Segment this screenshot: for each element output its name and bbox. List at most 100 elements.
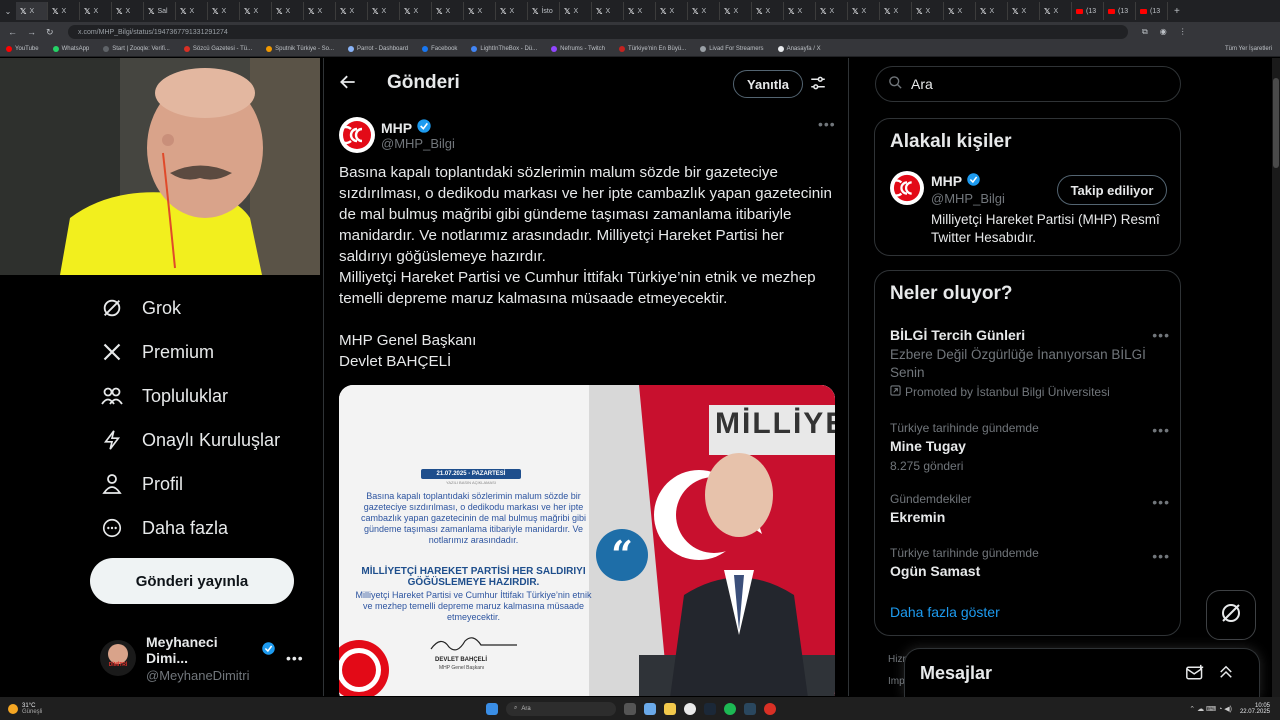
trend-item[interactable]: Gündemdekiler Ekremin — [890, 492, 1170, 525]
filter-icon[interactable] — [809, 74, 827, 97]
new-tab-icon[interactable]: + — [1168, 6, 1186, 17]
bookmark-item[interactable]: Nefrums - Twitch — [551, 46, 605, 52]
promoted-trend[interactable]: BİLGİ Tercih Günleri Ezbere Değil Özgürl… — [890, 327, 1170, 399]
browser-tab[interactable]: 𝕏X — [208, 2, 240, 20]
menu-icon[interactable]: ⋮ — [1179, 27, 1187, 37]
grok-floating-button[interactable] — [1206, 590, 1256, 640]
browser-tab[interactable]: 𝕏X — [560, 2, 592, 20]
tray-icons[interactable]: ⌃ ☁ ⌨ ◔ ◀) — [1189, 705, 1232, 713]
nav-grok[interactable]: Grok — [100, 296, 181, 320]
expand-up-icon[interactable] — [1217, 663, 1235, 686]
bookmark-item[interactable]: Start | Zooqle: Verifi... — [103, 46, 170, 52]
browser-tab[interactable]: 𝕏X — [432, 2, 464, 20]
browser-tab[interactable]: 𝕏X — [336, 2, 368, 20]
address-bar[interactable]: x.com/MHP_Bilgi/status/19473677913312912… — [68, 25, 1128, 39]
browser-tab[interactable]: (13 — [1136, 2, 1168, 20]
browser-tab[interactable]: 𝕏X — [496, 2, 528, 20]
browser-tab[interactable]: 𝕏X — [1008, 2, 1040, 20]
all-bookmarks-link[interactable]: Tüm Yer İşaretleri — [1225, 46, 1280, 52]
browser-tab[interactable]: 𝕏X — [944, 2, 976, 20]
trend-item[interactable]: Türkiye tarihinde gündemde Ogün Samast — [890, 546, 1170, 579]
bookmark-item[interactable]: Anasayfa / X — [777, 46, 821, 52]
browser-tab[interactable]: 𝕏X — [912, 2, 944, 20]
browser-tab[interactable]: 𝕏X — [688, 2, 720, 20]
browser-tab[interactable]: 𝕏X — [720, 2, 752, 20]
nav-communities[interactable]: Topluluklar — [100, 384, 228, 408]
file-explorer-icon[interactable] — [664, 702, 676, 715]
post-button[interactable]: Gönderi yayınla — [90, 558, 294, 604]
windows-start-icon[interactable] — [486, 702, 498, 715]
task-view-icon[interactable] — [624, 702, 636, 715]
browser-tab[interactable]: 𝕏X — [752, 2, 784, 20]
browser-tab[interactable]: 𝕏X — [272, 2, 304, 20]
author-avatar[interactable] — [339, 117, 375, 153]
related-name[interactable]: MHP — [931, 173, 962, 189]
back-arrow-icon[interactable] — [338, 72, 358, 97]
reply-button[interactable]: Yanıtla — [733, 70, 803, 98]
account-switcher[interactable]: DİMİTRİ Meyhaneci Dimi... @MeyhaneDimitr… — [100, 634, 310, 683]
back-icon[interactable]: ← — [8, 27, 17, 38]
search-input[interactable]: Ara — [875, 66, 1181, 102]
browser-tab[interactable]: 𝕏X — [16, 2, 48, 20]
related-avatar[interactable] — [890, 171, 924, 205]
browser-tab[interactable]: 𝕏X — [176, 2, 208, 20]
widgets-icon[interactable] — [644, 702, 656, 715]
tab-search-icon[interactable]: ⌄ — [0, 7, 16, 16]
bookmark-item[interactable]: Facebook — [422, 46, 457, 52]
browser-tab[interactable]: 𝕏X — [848, 2, 880, 20]
nav-verified-orgs[interactable]: Onaylı Kuruluşlar — [100, 428, 280, 452]
forward-icon[interactable]: → — [27, 27, 36, 38]
taskbar-search[interactable]: ⌕ Ara — [506, 701, 616, 716]
nav-premium[interactable]: Premium — [100, 340, 214, 364]
messages-drawer[interactable]: Mesajlar — [904, 648, 1260, 697]
browser-tab[interactable]: 𝕏X — [368, 2, 400, 20]
weather-widget[interactable]: 31°C Güneşli — [0, 703, 120, 715]
browser-tab[interactable]: 𝕏X — [400, 2, 432, 20]
browser-tab[interactable]: 𝕏X — [592, 2, 624, 20]
bookmark-item[interactable]: Parrot - Dashboard — [348, 46, 408, 52]
show-more-link[interactable]: Daha fazla göster — [890, 604, 1000, 620]
author-handle[interactable]: @MHP_Bilgi — [381, 136, 455, 151]
bookmark-item[interactable]: LightInTheBox - Dü... — [471, 46, 537, 52]
app-icon[interactable] — [744, 702, 756, 715]
browser-tab[interactable]: 𝕏X — [304, 2, 336, 20]
browser-tab[interactable]: 𝕏X — [464, 2, 496, 20]
browser-tab[interactable]: 𝕏 Sal — [144, 2, 176, 20]
trend-more-icon[interactable]: ••• — [1152, 327, 1170, 343]
account-more-icon[interactable]: ••• — [286, 650, 304, 666]
post-image[interactable]: MİLLİYET “ 21.07.2025 - PAZARTESİ YAZILI… — [339, 385, 835, 696]
browser-tab[interactable]: 𝕏X — [112, 2, 144, 20]
bookmark-item[interactable]: Livad For Streamers — [700, 46, 764, 52]
browser-tab[interactable]: 𝕏X — [48, 2, 80, 20]
bookmark-item[interactable]: Sözcü Gazetesi - Tü... — [183, 46, 252, 52]
bookmark-item[interactable]: Türkiye'nin En Büyü... — [619, 46, 686, 52]
chrome-icon[interactable] — [684, 702, 696, 715]
bookmark-item[interactable]: YouTube — [6, 46, 39, 52]
browser-tab[interactable]: 𝕏 İsto — [528, 2, 560, 20]
profile-icon[interactable]: ◉ — [1160, 27, 1167, 37]
browser-tab[interactable]: 𝕏X — [784, 2, 816, 20]
trend-more-icon[interactable]: ••• — [1152, 494, 1170, 510]
steam-icon[interactable] — [704, 702, 716, 715]
extensions-icon[interactable]: ⧉ — [1142, 27, 1148, 37]
bookmark-item[interactable]: WhatsApp — [52, 46, 89, 52]
trend-more-icon[interactable]: ••• — [1152, 548, 1170, 564]
new-message-icon[interactable] — [1185, 664, 1205, 687]
browser-tab[interactable]: 𝕏X — [80, 2, 112, 20]
browser-tab[interactable]: (13 — [1072, 2, 1104, 20]
browser-tab[interactable]: 𝕏X — [240, 2, 272, 20]
scrollbar[interactable] — [1272, 58, 1280, 697]
related-handle[interactable]: @MHP_Bilgi — [931, 191, 1005, 206]
browser-tab[interactable]: (13 — [1104, 2, 1136, 20]
browser-tab[interactable]: 𝕏X — [816, 2, 848, 20]
spotify-icon[interactable] — [724, 702, 736, 715]
browser-tab[interactable]: 𝕏X — [656, 2, 688, 20]
browser-tab[interactable]: 𝕏X — [880, 2, 912, 20]
bookmark-item[interactable]: Sputnik Türkiye - So... — [266, 46, 334, 52]
app-icon[interactable] — [764, 702, 776, 715]
browser-tab[interactable]: 𝕏X — [976, 2, 1008, 20]
nav-profile[interactable]: Profil — [100, 472, 183, 496]
reload-icon[interactable]: ↻ — [46, 27, 54, 38]
trend-more-icon[interactable]: ••• — [1152, 422, 1170, 438]
browser-tab[interactable]: 𝕏X — [1040, 2, 1072, 20]
